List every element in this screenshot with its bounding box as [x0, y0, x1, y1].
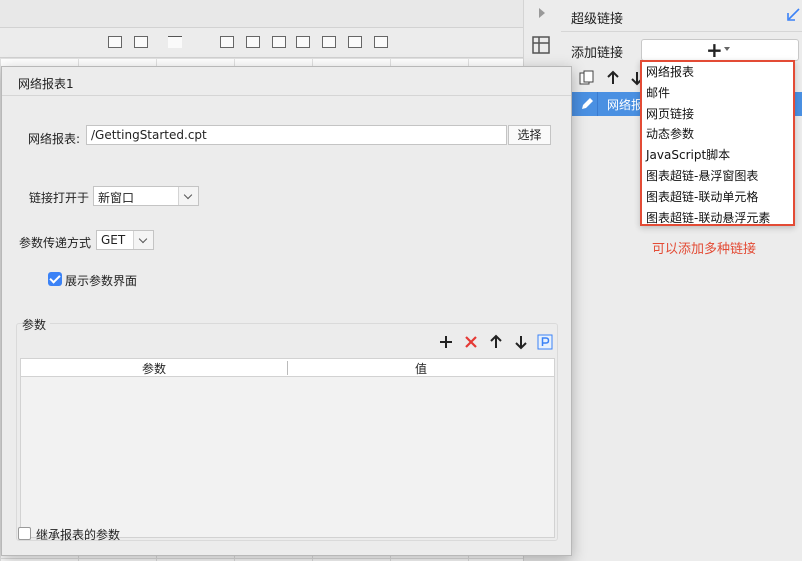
toolbar-icon[interactable] [348, 36, 362, 48]
add-link-button[interactable]: + [641, 38, 799, 62]
delete-icon[interactable] [463, 334, 479, 350]
show-params-checkbox[interactable] [48, 272, 62, 286]
menu-item-email[interactable]: 邮件 [642, 83, 793, 104]
toolbar-icon[interactable] [246, 36, 260, 48]
menu-item-web-report[interactable]: 网络报表 [642, 62, 793, 83]
params-group: 参数 值 [16, 323, 558, 541]
panel-separator [561, 31, 802, 32]
editor-toolbar [0, 28, 523, 58]
report-path-field[interactable]: /GettingStarted.cpt [86, 125, 507, 145]
menu-item-web-link[interactable]: 网页链接 [642, 104, 793, 125]
caret-down-icon [724, 47, 730, 51]
params-toolbar [17, 332, 557, 352]
menu-annotation: 可以添加多种链接 [652, 242, 757, 257]
params-table-header: 参数 值 [21, 359, 554, 377]
toolbar-icon[interactable] [322, 36, 336, 48]
toolbar-icon[interactable] [296, 36, 310, 48]
params-group-label: 参数 [22, 316, 51, 333]
row-separator [597, 92, 598, 116]
param-method-value: GET [101, 233, 126, 247]
add-link-menu: 网络报表 邮件 网页链接 动态参数 JavaScript脚本 图表超链-悬浮窗图… [640, 60, 795, 226]
dock-arrow-icon[interactable] [787, 8, 800, 21]
dialog-separator [2, 95, 571, 96]
copy-icon[interactable] [579, 70, 595, 86]
inherit-params-checkbox[interactable] [18, 527, 31, 540]
menu-item-dynamic-params[interactable]: 动态参数 [642, 124, 793, 145]
param-method-label: 参数传递方式 [19, 236, 92, 250]
chevron-down-icon [178, 187, 198, 205]
toolbar-icon[interactable] [134, 36, 148, 48]
params-table[interactable]: 参数 值 [20, 358, 555, 538]
add-icon[interactable] [438, 334, 454, 350]
param-method-select[interactable]: GET [96, 230, 154, 250]
cell-layout-icon[interactable] [532, 36, 550, 54]
plus-icon: + [706, 38, 723, 62]
arrow-up-icon[interactable] [605, 70, 621, 86]
show-params-label: 展示参数界面 [65, 274, 138, 288]
toolbar-icon[interactable] [108, 36, 122, 48]
report-label: 网络报表: [28, 132, 81, 146]
select-button[interactable]: 选择 [508, 125, 551, 145]
menu-item-chart-linked-float[interactable]: 图表超链-联动悬浮元素 [642, 208, 793, 229]
chevron-down-icon [133, 231, 153, 249]
dialog-title: 网络报表1 [18, 77, 74, 91]
collapse-arrow-icon[interactable] [539, 8, 545, 18]
column-header-value[interactable]: 值 [288, 360, 554, 377]
menu-item-javascript[interactable]: JavaScript脚本 [642, 145, 793, 166]
toolbar-icon[interactable] [220, 36, 234, 48]
toolbar-icon[interactable] [374, 36, 388, 48]
arrow-down-icon[interactable] [513, 334, 529, 350]
column-header-param[interactable]: 参数 [21, 360, 287, 377]
parameter-p-icon[interactable] [537, 334, 553, 350]
menu-item-chart-floating[interactable]: 图表超链-悬浮窗图表 [642, 166, 793, 187]
inherit-params-label: 继承报表的参数 [36, 528, 121, 542]
editor-top-strip [0, 0, 523, 28]
add-link-label: 添加链接 [571, 46, 624, 61]
open-in-value: 新窗口 [98, 191, 135, 205]
pencil-icon[interactable] [579, 96, 595, 112]
panel-title: 超级链接 [571, 12, 624, 27]
toolbar-icon[interactable] [272, 36, 286, 48]
web-report-dialog: 网络报表1 网络报表: /GettingStarted.cpt 选择 链接打开于… [1, 66, 572, 556]
open-in-label: 链接打开于 [29, 191, 90, 205]
toolbar-icon[interactable] [168, 36, 182, 48]
arrow-up-icon[interactable] [488, 334, 504, 350]
open-in-select[interactable]: 新窗口 [93, 186, 199, 206]
menu-item-chart-linked-cell[interactable]: 图表超链-联动单元格 [642, 187, 793, 208]
